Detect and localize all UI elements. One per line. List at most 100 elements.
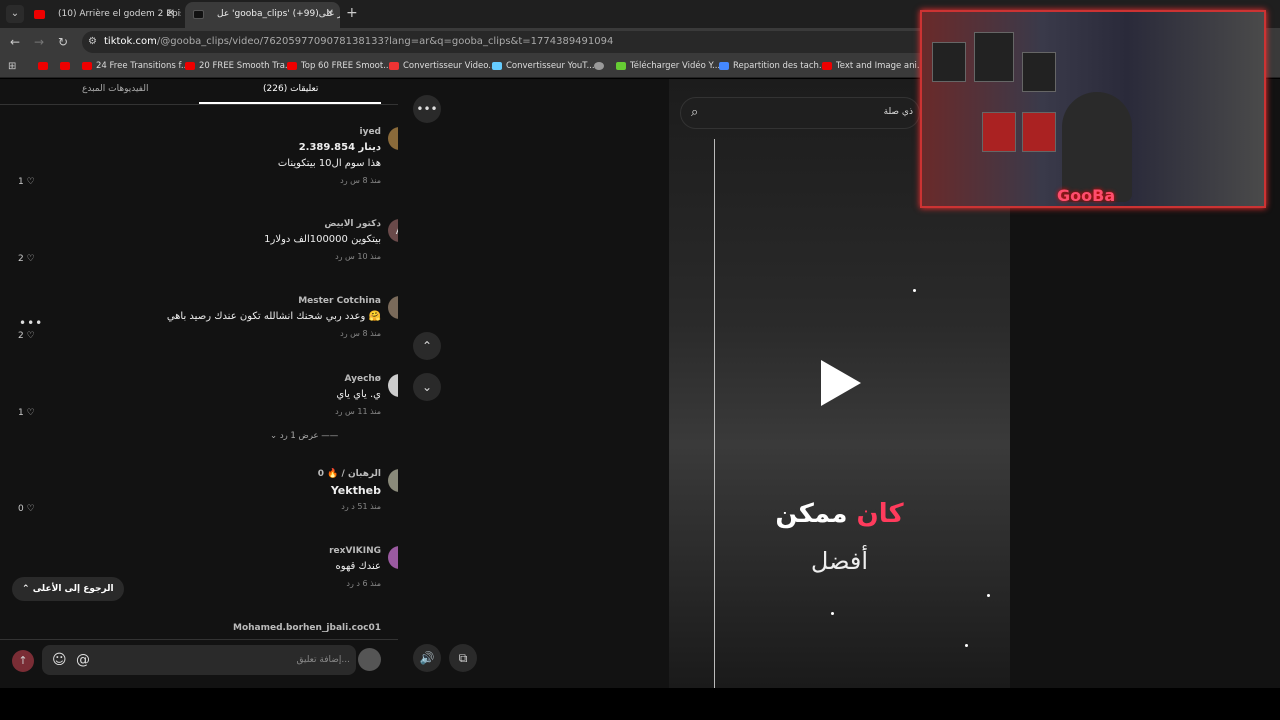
comments-panel: الفيديوهات المبدع (226) تعليقات iyed 2.3…: [0, 79, 411, 688]
search-icon[interactable]: ⌕: [691, 105, 698, 120]
next-video-button[interactable]: ⌄: [413, 373, 441, 401]
stream-logo: GooBa: [1057, 186, 1116, 205]
tab-title: عل 'gooba_clips' اعثر على(99+): [217, 9, 340, 19]
sparkle: [987, 594, 990, 597]
youtube-icon: [38, 62, 48, 70]
comment-input[interactable]: ☺ @ إضافة تعليق...: [42, 645, 356, 675]
comment-input-bar: ↑ ☺ @ إضافة تعليق...: [0, 639, 398, 688]
youtube-icon: [34, 10, 45, 19]
comment-item: Ayechø ي. ياي ياي منذ 11 س رد: [51, 374, 411, 416]
sparkle: [965, 644, 968, 647]
search-bar[interactable]: ⌕ ذي صلة: [680, 97, 920, 129]
heart-icon[interactable]: ♡: [27, 331, 35, 341]
url-host: tiktok.com: [104, 36, 157, 47]
apps-grid-icon[interactable]: ⊞: [8, 61, 16, 72]
bookmark-item[interactable]: Télécharger Vidéo Y...: [616, 61, 720, 71]
bookmark-item[interactable]: Repartition des tach...: [719, 61, 827, 71]
mention-icon[interactable]: @: [76, 645, 90, 675]
emoji-icon[interactable]: ☺: [52, 645, 67, 675]
comment-meta[interactable]: منذ 10 س رد: [51, 252, 381, 261]
picture-in-picture-icon[interactable]: ⧉: [449, 644, 477, 672]
bookmark-item[interactable]: Text and Image ani...: [822, 61, 925, 71]
back-to-top-button[interactable]: ⌃ الرجوع إلى الأعلى: [12, 577, 124, 601]
comment-item: A دكتور الابيض 1بيتكوين 100000الف دولار …: [51, 219, 411, 261]
site-info-icon[interactable]: ⚙: [88, 31, 97, 53]
avatar[interactable]: [358, 648, 381, 671]
wall-poster: [974, 32, 1014, 82]
comment-author[interactable]: Ayechø: [51, 374, 381, 387]
video-caption-line2: أفضل: [810, 547, 869, 575]
tab-title: (10) Arrière el godem 2 Episode: [58, 9, 181, 19]
volume-icon[interactable]: 🔊: [413, 644, 441, 672]
like-count[interactable]: 2 ♡: [18, 331, 35, 341]
youtube-icon: [185, 62, 195, 70]
comment-author[interactable]: الرهبان / 🔥 0: [51, 469, 381, 482]
new-tab-button[interactable]: +: [346, 5, 358, 21]
comment-meta[interactable]: منذ 51 د رد: [51, 502, 381, 511]
tab-comments[interactable]: (226) تعليقات: [263, 84, 318, 94]
youtube-icon: [287, 62, 297, 70]
comment-meta[interactable]: منذ 11 س رد: [51, 407, 381, 416]
url-field[interactable]: ⚙ tiktok.com/@gooba_clips/video/76205977…: [82, 31, 942, 53]
tab-search-button[interactable]: ⌄: [6, 5, 24, 23]
heart-icon[interactable]: ♡: [27, 254, 35, 264]
comment-author[interactable]: iyed: [51, 127, 382, 140]
comment-author[interactable]: Mester Cotchina: [51, 296, 381, 309]
like-count[interactable]: 0 ♡: [18, 504, 35, 514]
tab-creator-videos[interactable]: الفيديوهات المبدع: [82, 84, 148, 94]
play-icon[interactable]: [821, 360, 861, 406]
comment-text: 1بيتكوين 100000الف دولار: [264, 234, 381, 245]
document-icon: [719, 62, 729, 70]
view-replies-button[interactable]: ⌄ عرض 1 رد ——: [270, 431, 338, 441]
video-overlay-line: [714, 139, 715, 688]
bookmark-item[interactable]: Convertisseur Video...: [389, 61, 496, 71]
like-count[interactable]: 1 ♡: [18, 177, 35, 187]
comment-text: ي. ياي ياي: [336, 389, 381, 400]
wall-poster: [1022, 52, 1056, 92]
send-button[interactable]: ↑: [12, 650, 34, 672]
wall-poster: [932, 42, 966, 82]
close-tab-icon[interactable]: ✕: [326, 8, 334, 19]
comment-item: iyed 2.389.854 دينار هذا سوم ال10 بيتكوي…: [51, 127, 411, 185]
comment-author[interactable]: rexVIKING: [51, 546, 381, 559]
comment-text: هذا سوم ال10 بيتكوينات: [277, 158, 381, 169]
like-count[interactable]: 2 ♡: [18, 254, 35, 264]
comment-text: 2.389.854 دينار: [298, 142, 381, 153]
comment-meta[interactable]: منذ 8 س رد: [51, 329, 381, 338]
bookmark-item[interactable]: 20 FREE Smooth Tra...: [185, 61, 293, 71]
bookmark-item[interactable]: Convertisseur YouT...: [492, 61, 595, 71]
comment-item-partial: Mohamed.borhen_jbali.coc01: [51, 623, 381, 633]
tab-divider: [0, 104, 398, 105]
sparkle: [913, 289, 916, 292]
heart-icon[interactable]: ♡: [27, 408, 35, 418]
heart-icon[interactable]: ♡: [27, 177, 35, 187]
heart-icon[interactable]: ♡: [27, 504, 35, 514]
bottom-bar: [0, 688, 1280, 720]
more-options-icon[interactable]: •••: [19, 316, 43, 330]
comment-text: Yektheb: [330, 484, 381, 497]
comment-item: Mester Cotchina وعدد ربي شحنك انشالله تك…: [51, 296, 411, 338]
close-tab-icon[interactable]: ✕: [167, 8, 175, 19]
url-path: /@gooba_clips/video/7620597709078138133?…: [156, 36, 614, 47]
comment-meta[interactable]: منذ 8 س رد: [51, 176, 381, 185]
like-count[interactable]: 1 ♡: [18, 408, 35, 418]
bookmark-item[interactable]: 24 Free Transitions f...: [82, 61, 189, 71]
browser-tab-tiktok[interactable]: عل 'gooba_clips' اعثر على(99+) ✕: [185, 2, 340, 28]
previous-video-button[interactable]: ⌃: [413, 332, 441, 360]
comment-text: وعدد ربي شحنك انشالله تكون عندك رصيد باه…: [166, 311, 381, 322]
forward-arrow-icon[interactable]: →: [34, 35, 44, 49]
more-options-icon[interactable]: •••: [413, 95, 441, 123]
comment-author[interactable]: دكتور الابيض: [51, 219, 381, 232]
bookmark-item[interactable]: Top 60 FREE Smoot...: [287, 61, 391, 71]
video-controls-column: ••• ⌃ ⌄ 🔊 ⧉: [398, 79, 669, 688]
converter-icon: [492, 62, 502, 70]
youtube-icon: [60, 62, 70, 70]
back-arrow-icon[interactable]: ←: [10, 35, 20, 49]
webcam-overlay: GooBa: [920, 10, 1266, 208]
converter-icon: [389, 62, 399, 70]
reload-icon[interactable]: ↻: [58, 35, 68, 49]
chevron-up-icon: ⌃: [22, 584, 30, 594]
globe-icon: [594, 62, 604, 70]
comment-author[interactable]: Mohamed.borhen_jbali.coc01: [51, 623, 381, 633]
browser-tab-youtube[interactable]: (10) Arrière el godem 2 Episode ✕: [26, 2, 181, 28]
